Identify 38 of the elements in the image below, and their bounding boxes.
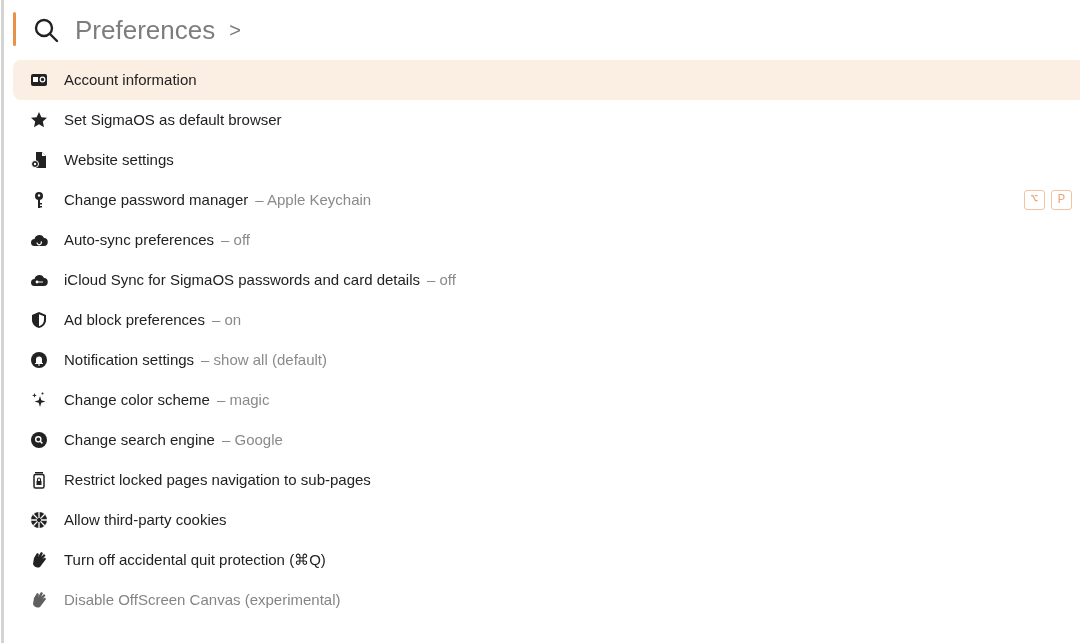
id-card-icon [30, 71, 48, 89]
menu-item-label: Allow third-party cookies [64, 509, 227, 530]
waving-hand-icon [30, 551, 48, 569]
menu-item-label: Turn off accidental quit protection (⌘Q) [64, 549, 326, 570]
search-circle-icon [30, 431, 48, 449]
menu-item-label: Ad block preferences [64, 309, 205, 330]
menu-item-label: Website settings [64, 149, 174, 170]
search-icon [33, 17, 59, 43]
current-value: – off [221, 229, 250, 250]
menu-item-label: Auto-sync preferences [64, 229, 215, 250]
shortcut-key: ⌥ [1024, 190, 1045, 210]
menu-item-label: iCloud Sync for SigmaOS passwords and card details [64, 269, 420, 290]
chevron: > [229, 18, 241, 43]
shortcut-key: P [1051, 190, 1072, 210]
menu-item-label: Disable OffScreen Canvas (experimental) [64, 589, 341, 610]
menu-item-label: Restrict locked pages navigation to sub-pages [64, 469, 371, 490]
menu-item-label: Notification settings [64, 349, 195, 370]
document-gear-icon [30, 151, 48, 169]
current-value: – on [211, 309, 242, 330]
star-icon [30, 111, 48, 129]
shield-icon [30, 311, 48, 329]
text-cursor [13, 12, 16, 46]
current-value: – Google [221, 429, 283, 450]
menu-item-label: Change color scheme [64, 389, 210, 410]
aperture-icon [30, 511, 48, 529]
search-query[interactable]: Preferences [75, 10, 216, 50]
current-value: – magic [216, 389, 270, 410]
menu-item-label: Account information [64, 69, 197, 90]
menu-item[interactable]: Account information [13, 60, 1080, 100]
bell-icon [30, 351, 48, 369]
current-value: – show all (default) [201, 349, 327, 370]
menu-item-label: Change search engine [64, 429, 215, 450]
locked-jar-icon [30, 471, 48, 489]
waving-hand-icon [30, 591, 48, 609]
current-value: – Apple Keychain [255, 189, 372, 210]
menu-item-label: Set SigmaOS as default browser [64, 109, 282, 130]
current-value: – off [427, 269, 456, 290]
menu-item-label: Change password manager [64, 189, 249, 210]
